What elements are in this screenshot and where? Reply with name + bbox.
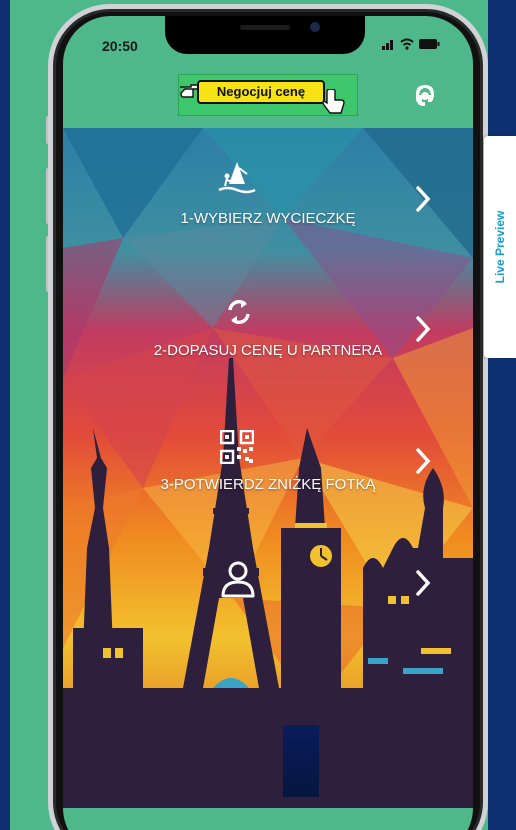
- negotiate-price-banner[interactable]: Negocjuj cenę: [178, 74, 358, 116]
- live-preview-label: Live Preview: [493, 210, 507, 284]
- chevron-right-icon[interactable]: [413, 446, 433, 476]
- status-icons: [382, 38, 440, 50]
- chevron-right-icon[interactable]: [413, 568, 433, 598]
- battery-icon: [419, 39, 440, 49]
- menu-item-confirm-discount[interactable]: 3-POTWIERDZ ZNIŻKĘ FOTKĄ: [63, 398, 473, 508]
- notch-speaker: [240, 25, 290, 30]
- live-preview-tab[interactable]: Live Preview: [484, 136, 516, 358]
- phone-notch: [165, 16, 365, 54]
- bottom-placeholder-block: [283, 725, 319, 797]
- menu-item-profile[interactable]: [63, 540, 473, 650]
- menu-label-match-price: 2-DOPASUJ CENĘ U PARTNERA: [153, 342, 383, 359]
- cursor-hand-icon: [322, 89, 345, 114]
- banner-label: Negocjuj cenę: [197, 80, 325, 104]
- chevron-right-icon[interactable]: [413, 184, 433, 214]
- status-time: 20:50: [102, 38, 138, 54]
- menu-label-choose-trip: 1-WYBIERZ WYCIECZKĘ: [180, 210, 356, 227]
- chevron-right-icon[interactable]: [413, 314, 433, 344]
- support-agent-icon[interactable]: [411, 82, 439, 110]
- qr-code-icon: [220, 430, 254, 464]
- windsurf-icon: [218, 162, 256, 194]
- wifi-icon: [400, 38, 414, 50]
- refresh-icon: [228, 299, 250, 325]
- menu-label-confirm-discount: 3-POTWIERDZ ZNIŻKĘ FOTKĄ: [160, 476, 376, 493]
- menu-item-choose-trip[interactable]: 1-WYBIERZ WYCIECZKĘ: [63, 148, 473, 258]
- notch-camera: [310, 22, 320, 32]
- menu-item-match-price[interactable]: 2-DOPASUJ CENĘ U PARTNERA: [63, 268, 473, 378]
- signal-icon: [382, 40, 393, 50]
- user-icon: [221, 561, 255, 598]
